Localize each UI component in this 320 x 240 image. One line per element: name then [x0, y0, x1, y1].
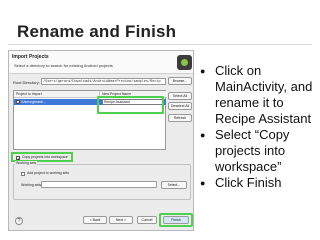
deselect-all-button[interactable]: Deselect All: [168, 102, 192, 110]
copy-projects-label[interactable]: Copy projects into workspace: [22, 155, 68, 160]
working-sets-select[interactable]: [41, 181, 157, 188]
dialog-header: Import Projects Select a directory to se…: [9, 51, 193, 74]
instruction-list: Click on MainActivity, and rename it to …: [200, 63, 318, 191]
select-working-sets-button[interactable]: Select...: [161, 181, 187, 189]
dialog-subtitle: Select a directory to search for existin…: [14, 63, 113, 68]
root-directory-label: Root Directory:: [13, 80, 40, 85]
import-projects-dialog: Import Projects Select a directory to se…: [8, 50, 194, 231]
working-sets-label: Working sets:: [21, 183, 43, 187]
finish-button-highlight: [159, 213, 193, 227]
refresh-button[interactable]: Refresh: [168, 114, 192, 122]
add-to-working-sets-checkbox[interactable]: [21, 172, 25, 176]
browse-button[interactable]: Browse...: [168, 77, 192, 85]
column-header-project[interactable]: Project to Import: [14, 91, 100, 98]
dialog-title: Import Projects: [12, 54, 49, 60]
select-all-button[interactable]: Select All: [168, 92, 192, 100]
next-button[interactable]: Next >: [109, 216, 133, 224]
bullet-rename: Click on MainActivity, and rename it to …: [200, 63, 318, 127]
add-to-working-sets-label[interactable]: Add project to working sets: [27, 171, 69, 175]
back-button[interactable]: < Back: [83, 216, 107, 224]
row-checkbox[interactable]: ✓: [16, 100, 20, 105]
new-project-name-highlight: [97, 96, 164, 114]
android-logo-icon: [177, 55, 192, 70]
bullet-finish: Click Finish: [200, 175, 318, 191]
bullet-copy-projects: Select “Copy projects into workspace”: [200, 127, 318, 175]
slide-title: Rename and Finish: [17, 22, 177, 41]
help-icon[interactable]: ?: [15, 217, 23, 225]
copy-projects-checkbox[interactable]: ✓: [16, 156, 20, 161]
title-divider: [8, 44, 312, 45]
working-sets-legend: Working sets: [15, 161, 38, 165]
root-directory-input[interactable]: /Users/gerard/Downloads/AndroidWearPrevi…: [41, 78, 166, 85]
project-path-cell: /Users/gerard/...: [21, 100, 47, 104]
cancel-button[interactable]: Cancel: [137, 216, 157, 224]
